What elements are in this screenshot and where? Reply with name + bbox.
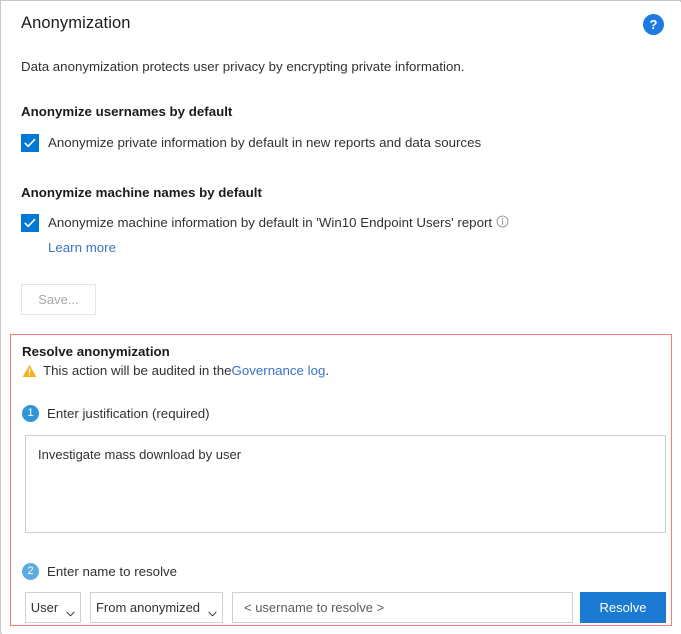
step-2-badge: 2 bbox=[22, 563, 39, 580]
resolve-control-row: User From anonymized bbox=[25, 592, 666, 623]
audit-notice: This action will be audited in the Gover… bbox=[22, 363, 329, 378]
page-title: Anonymization bbox=[21, 14, 131, 33]
step-1-row: 1 Enter justification (required) bbox=[22, 405, 210, 422]
chevron-down-icon bbox=[208, 605, 217, 611]
checkbox-label-anonymize-usernames: Anonymize private information by default… bbox=[48, 134, 481, 152]
step-2-row: 2 Enter name to resolve bbox=[22, 563, 177, 580]
checkbox-label-text-machines: Anonymize machine information by default… bbox=[48, 215, 492, 230]
resolve-panel-title: Resolve anonymization bbox=[22, 344, 170, 359]
audit-notice-text: This action will be audited in the bbox=[43, 363, 231, 378]
checkbox-anonymize-usernames[interactable] bbox=[21, 134, 39, 152]
intro-description: Data anonymization protects user privacy… bbox=[21, 59, 464, 74]
checkbox-row-anonymize-machines[interactable]: Anonymize machine information by default… bbox=[21, 214, 509, 232]
audit-notice-suffix: . bbox=[325, 363, 329, 378]
username-to-resolve-input[interactable] bbox=[232, 592, 573, 623]
save-button[interactable]: Save... bbox=[21, 284, 96, 315]
step-2-label: Enter name to resolve bbox=[47, 564, 177, 579]
resolve-button[interactable]: Resolve bbox=[580, 592, 666, 623]
anonymization-settings-screen: Anonymization ? Data anonymization prote… bbox=[0, 0, 681, 634]
warning-triangle-icon bbox=[22, 364, 37, 378]
chevron-down-icon bbox=[66, 605, 75, 611]
checkbox-anonymize-machines[interactable] bbox=[21, 214, 39, 232]
checkbox-row-anonymize-usernames[interactable]: Anonymize private information by default… bbox=[21, 134, 481, 152]
learn-more-link[interactable]: Learn more bbox=[48, 240, 116, 255]
governance-log-link[interactable]: Governance log bbox=[231, 363, 325, 378]
info-circle-icon[interactable] bbox=[496, 215, 509, 228]
window-frame: Anonymization ? Data anonymization prote… bbox=[0, 0, 681, 634]
help-circle-icon[interactable]: ? bbox=[643, 14, 664, 35]
section-heading-usernames: Anonymize usernames by default bbox=[21, 104, 232, 119]
resolve-mode-dropdown[interactable]: From anonymized bbox=[90, 592, 223, 623]
section-heading-machines: Anonymize machine names by default bbox=[21, 185, 262, 200]
step-1-label: Enter justification (required) bbox=[47, 406, 210, 421]
justification-textarea[interactable] bbox=[25, 435, 666, 533]
entity-type-dropdown-value: User bbox=[31, 600, 58, 615]
resolve-mode-dropdown-value: From anonymized bbox=[96, 600, 200, 615]
step-1-badge: 1 bbox=[22, 405, 39, 422]
entity-type-dropdown[interactable]: User bbox=[25, 592, 81, 623]
checkbox-label-anonymize-machines: Anonymize machine information by default… bbox=[48, 214, 509, 232]
resolve-anonymization-panel: Resolve anonymization This action will b… bbox=[10, 334, 672, 626]
settings-panel: Anonymization ? Data anonymization prote… bbox=[2, 2, 681, 634]
